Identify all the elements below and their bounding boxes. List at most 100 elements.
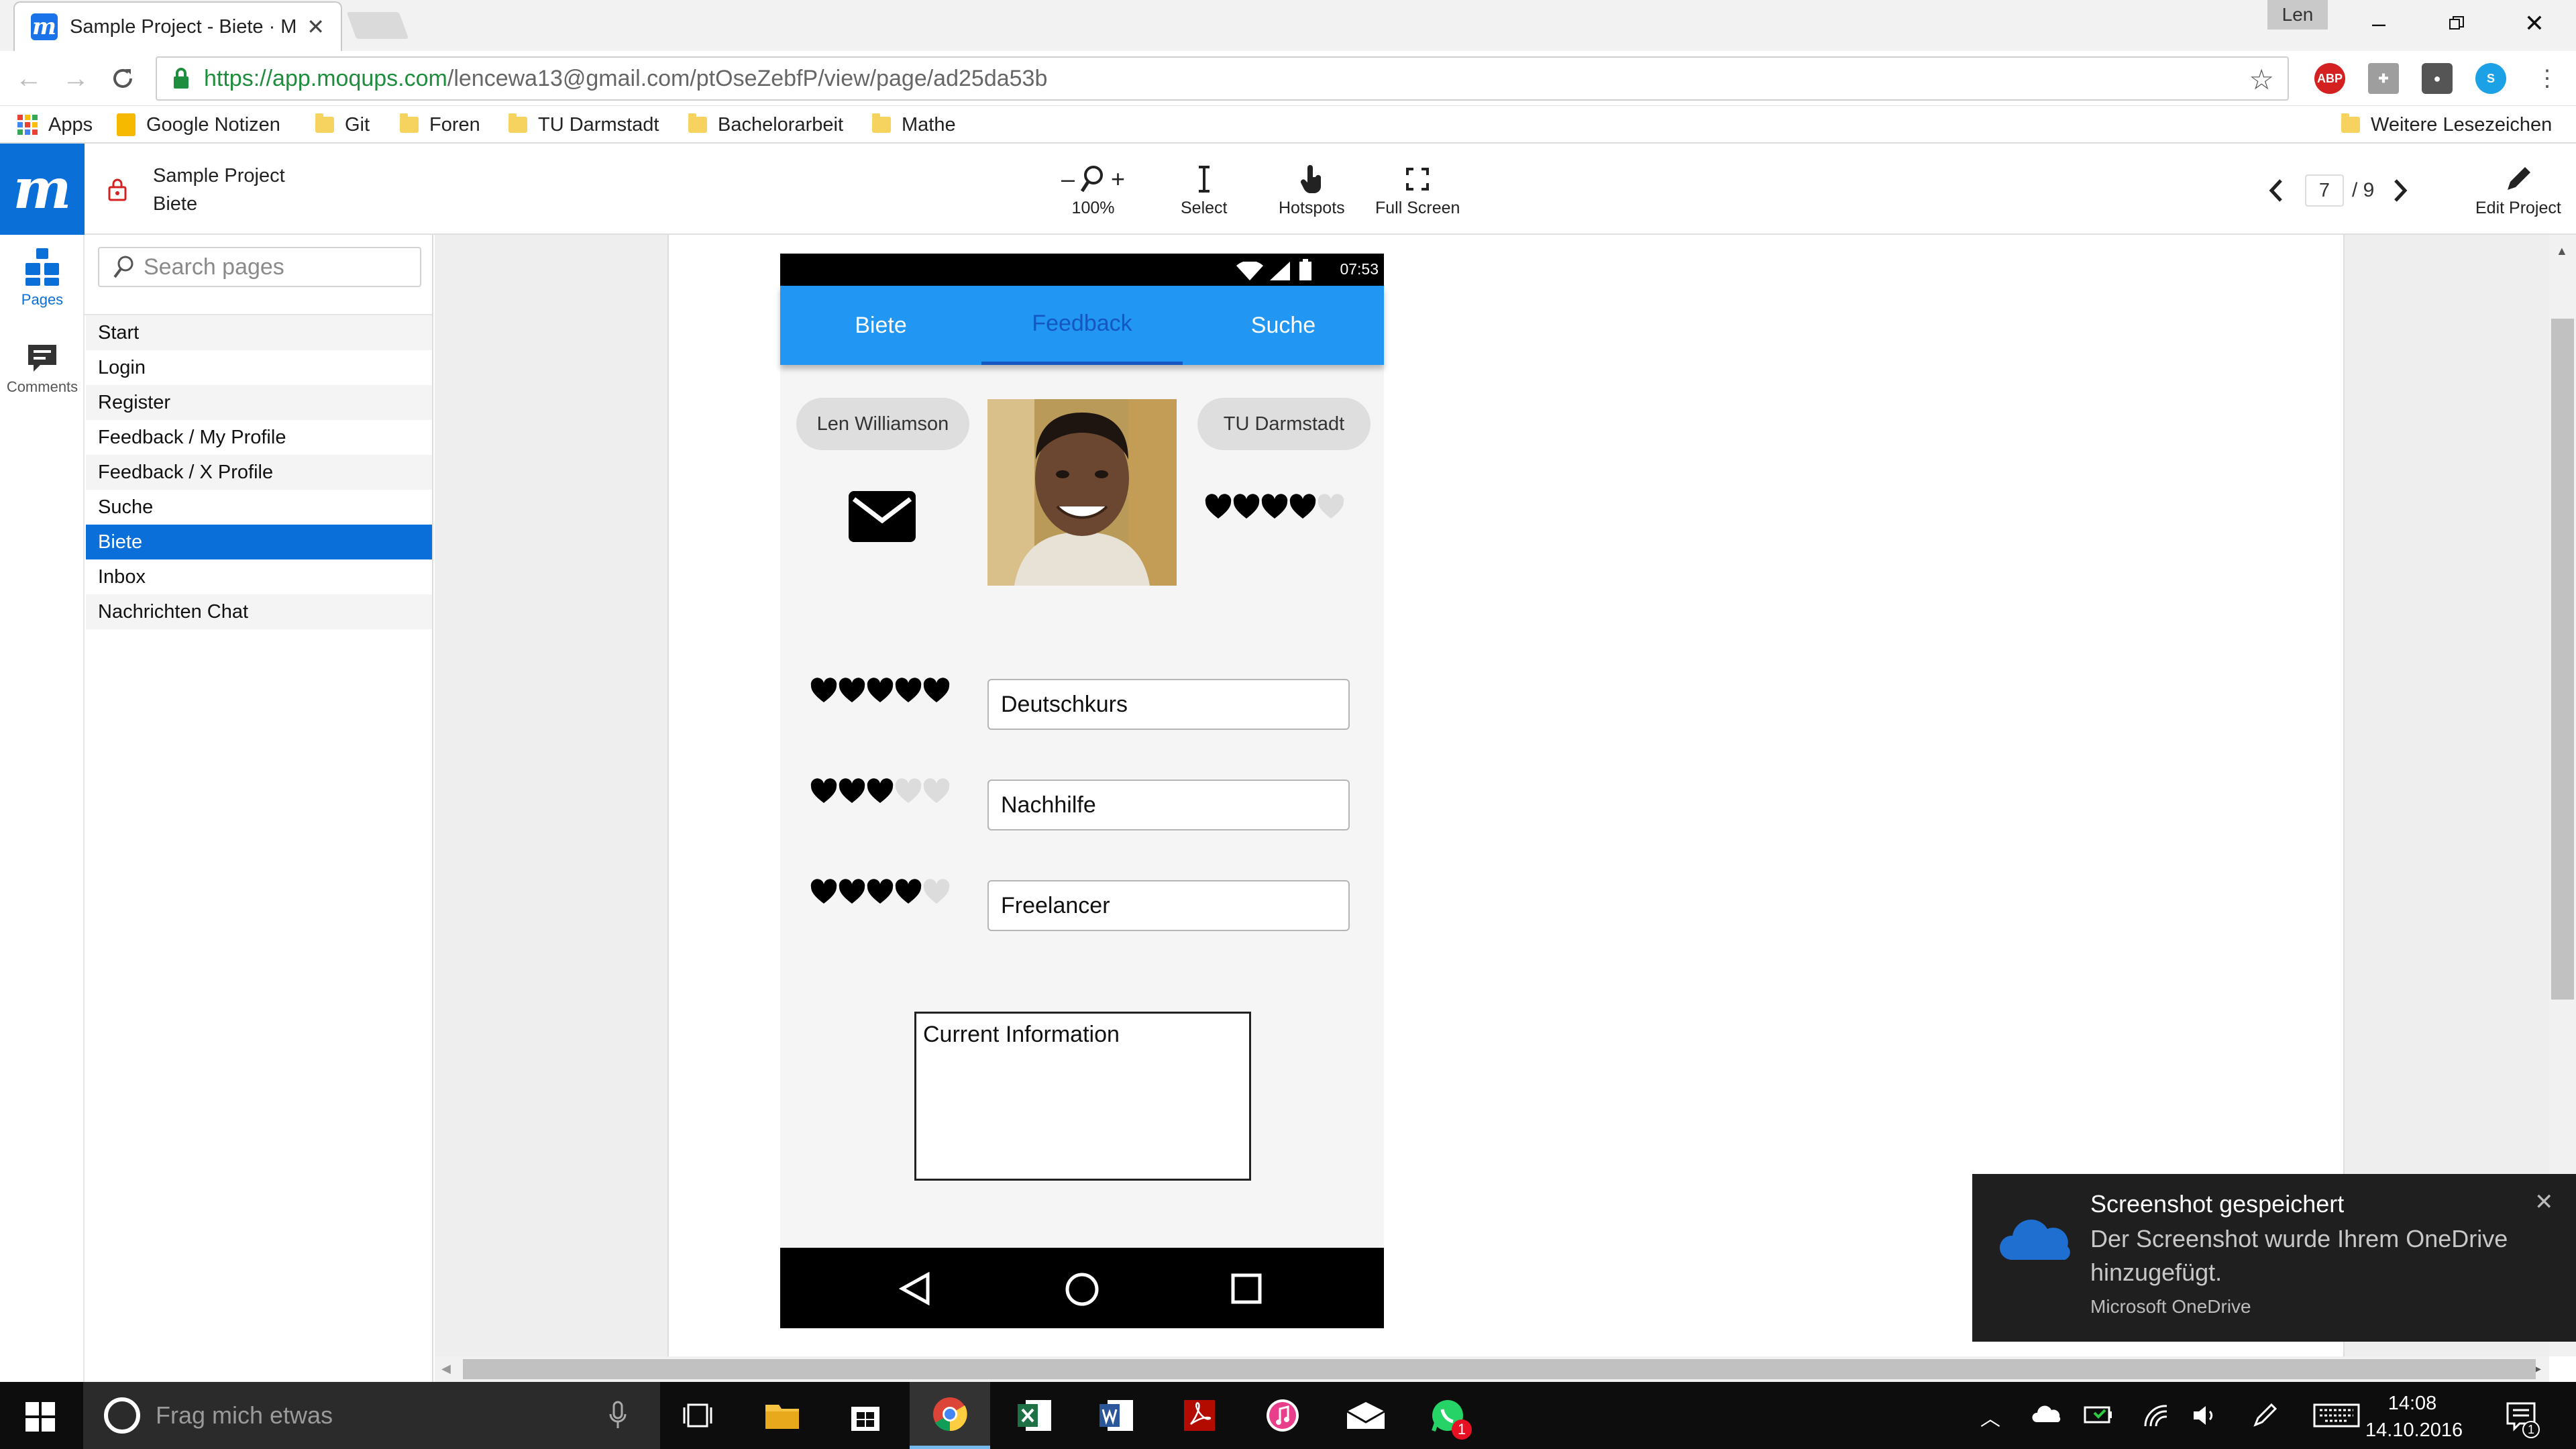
close-window-icon[interactable]: ✕ [2494, 0, 2575, 47]
page-item-inbox[interactable]: Inbox [86, 559, 432, 594]
chrome-taskbar-icon[interactable] [910, 1382, 990, 1449]
android-recents-icon[interactable] [1231, 1273, 1262, 1304]
android-home-icon[interactable] [1065, 1272, 1099, 1307]
skill-field-freelancer[interactable]: Freelancer [987, 880, 1350, 931]
vertical-scrollbar-thumb[interactable] [2551, 319, 2574, 1000]
name-pill[interactable]: Len Williamson [796, 398, 969, 450]
network-tray-icon[interactable] [2143, 1403, 2169, 1428]
pages-rail-button[interactable]: Pages [0, 247, 85, 309]
secure-lock-icon [172, 67, 191, 90]
profile-button[interactable]: Len [2267, 0, 2328, 30]
previous-page-icon[interactable] [2267, 178, 2285, 203]
skill-field-nachhilfe[interactable]: Nachhilfe [987, 780, 1350, 830]
page-item-nachrichten-chat[interactable]: Nachrichten Chat [86, 594, 432, 629]
moqups-logo[interactable]: m [0, 144, 85, 235]
keyboard-tray-icon[interactable] [2313, 1403, 2360, 1428]
task-view-icon[interactable] [657, 1382, 738, 1449]
tab-feedback[interactable]: Feedback [981, 286, 1183, 365]
volume-tray-icon[interactable] [2192, 1403, 2219, 1428]
apps-grid-icon [17, 115, 38, 135]
windows-start-icon[interactable] [25, 1402, 55, 1432]
restore-window-icon[interactable] [2416, 0, 2497, 47]
heart-empty-icon [923, 778, 950, 803]
bookmark-git[interactable]: Git [315, 110, 370, 140]
file-explorer-icon[interactable] [742, 1382, 822, 1449]
bookmark-google-notizen[interactable]: Google Notizen [117, 110, 280, 140]
browser-tab[interactable]: m Sample Project - Biete · M ✕ [13, 1, 342, 51]
show-hidden-icons-icon[interactable]: ︿ [1980, 1402, 2000, 1432]
extension-puzzle-icon[interactable]: ✚ [2368, 63, 2399, 94]
bookmark-tu-darmstadt[interactable]: TU Darmstadt [508, 110, 659, 140]
close-tab-icon[interactable]: ✕ [307, 14, 325, 40]
word-icon[interactable] [1076, 1382, 1157, 1449]
scroll-up-icon[interactable]: ▲ [2556, 244, 2568, 258]
page-item-suche[interactable]: Suche [86, 490, 432, 525]
envelope-icon[interactable] [847, 490, 917, 543]
comments-rail-button[interactable]: Comments [0, 342, 85, 396]
tab-suche[interactable]: Suche [1183, 286, 1384, 365]
bookmark-foren[interactable]: Foren [400, 110, 480, 140]
hotspots-button[interactable]: Hotspots [1279, 160, 1345, 218]
forward-arrow-icon[interactable]: → [58, 60, 94, 97]
microphone-icon[interactable] [609, 1401, 627, 1430]
acrobat-icon[interactable] [1159, 1382, 1240, 1449]
excel-icon[interactable] [994, 1382, 1075, 1449]
whatsapp-icon[interactable]: 1 [1407, 1382, 1488, 1449]
cortana-search-box[interactable]: Frag mich etwas [83, 1382, 660, 1449]
zoom-in-icon[interactable]: + [1111, 165, 1125, 193]
page-item-feedback-my-profile[interactable]: Feedback / My Profile [86, 420, 432, 455]
back-arrow-icon[interactable]: ← [11, 60, 47, 97]
next-page-icon[interactable] [2392, 178, 2409, 203]
chrome-menu-icon[interactable]: ⋮ [2529, 60, 2565, 97]
heart-empty-icon [895, 778, 922, 803]
status-bar-time: 07:53 [1340, 260, 1379, 278]
bookmark-bachelorarbeit[interactable]: Bachelorarbeit [688, 110, 843, 140]
store-icon[interactable] [825, 1382, 906, 1449]
padlock-icon[interactable] [107, 177, 127, 201]
bookmark-weitere-lesezeichen[interactable]: Weitere Lesezeichen [2341, 110, 2552, 140]
pen-tray-icon[interactable] [2251, 1402, 2278, 1429]
tab-biete[interactable]: Biete [780, 286, 981, 365]
keep-extension-icon[interactable]: ● [2422, 63, 2453, 94]
itunes-icon[interactable] [1242, 1382, 1323, 1449]
mail-icon[interactable] [1326, 1382, 1406, 1449]
search-pages-input[interactable]: Search pages [98, 247, 421, 287]
hotspots-label: Hotspots [1279, 199, 1345, 217]
url-path: /lencewa13@gmail.com/ptOseZebfP/view/pag… [447, 65, 1048, 91]
minimize-window-icon[interactable]: – [2339, 0, 2419, 47]
adblock-plus-icon[interactable]: ABP [2314, 63, 2345, 94]
reload-icon[interactable] [105, 60, 141, 97]
zoom-out-icon[interactable]: – [1061, 165, 1075, 193]
taskbar-date[interactable]: 14.10.2016 [2365, 1419, 2463, 1442]
bookmark-apps[interactable]: Apps [17, 110, 93, 140]
onedrive-tray-icon[interactable] [2031, 1405, 2061, 1424]
bookmark-label: Foren [429, 113, 480, 136]
skill-rating-nachhilfe [810, 778, 951, 805]
page-number-input[interactable]: 7 [2305, 174, 2344, 207]
taskbar-time[interactable]: 14:08 [2379, 1393, 2446, 1415]
fullscreen-button[interactable]: Full Screen [1375, 160, 1460, 218]
address-bar[interactable]: https://app.moqups.com/lencewa13@gmail.c… [156, 56, 2289, 101]
page-item-register[interactable]: Register [86, 385, 432, 420]
horizontal-scrollbar-thumb[interactable] [463, 1359, 2536, 1379]
page-item-start[interactable]: Start [86, 315, 432, 350]
select-tool-button[interactable]: Select [1181, 160, 1227, 218]
university-pill[interactable]: TU Darmstadt [1197, 398, 1371, 450]
page-item-feedback-x-profile[interactable]: Feedback / X Profile [86, 455, 432, 490]
battery-tray-icon[interactable] [2084, 1403, 2113, 1426]
cortana-placeholder: Frag mich etwas [156, 1401, 333, 1429]
browser-toolbar: ← → https://app.moqups.com/lencewa13@gma… [0, 51, 2576, 106]
android-back-icon[interactable] [898, 1272, 932, 1305]
onedrive-toast[interactable]: Screenshot gespeichert Der Screenshot wu… [1972, 1174, 2576, 1342]
edit-project-button[interactable]: Edit Project [2475, 160, 2561, 218]
page-item-login[interactable]: Login [86, 350, 432, 385]
scroll-left-icon[interactable]: ◀ [441, 1362, 451, 1376]
new-tab-button[interactable] [346, 12, 409, 39]
bookmark-star-icon[interactable]: ☆ [2249, 63, 2274, 96]
skype-icon[interactable]: S [2475, 63, 2506, 94]
toast-close-icon[interactable]: ✕ [2534, 1189, 2554, 1216]
page-item-biete[interactable]: Biete [86, 525, 432, 559]
skill-field-deutschkurs[interactable]: Deutschkurs [987, 679, 1350, 730]
current-information-box[interactable]: Current Information [914, 1012, 1251, 1181]
bookmark-mathe[interactable]: Mathe [872, 110, 956, 140]
